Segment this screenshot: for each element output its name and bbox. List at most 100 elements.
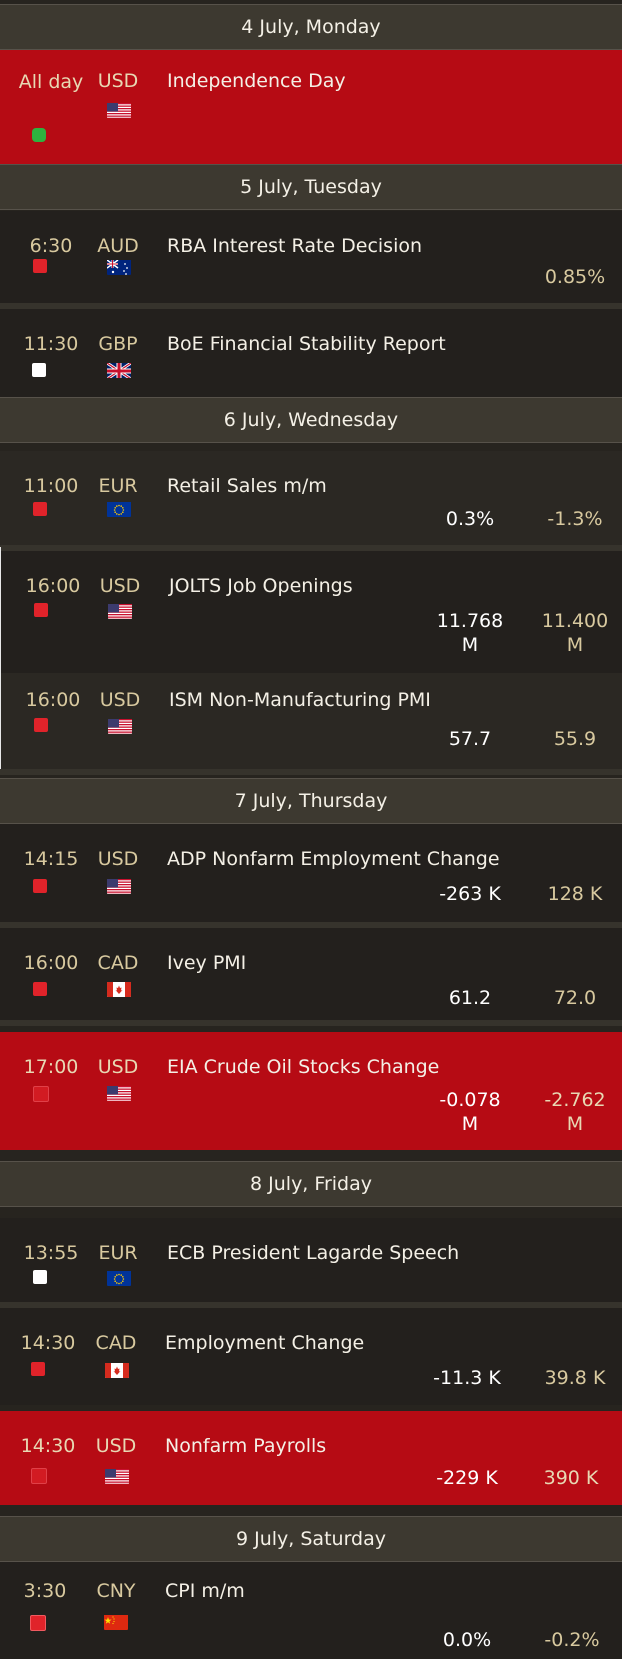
event-row[interactable]: 11:30 GBP BoE Financial Stability Report: [0, 309, 622, 397]
day-header: 6 July, Wednesday: [0, 397, 622, 443]
event-time: 16:00: [25, 575, 81, 597]
event-actual: 11.768 M: [425, 609, 515, 657]
event-actual: -229 K: [436, 1467, 498, 1489]
row-divider: [0, 769, 622, 775]
event-name: EIA Crude Oil Stocks Change: [167, 1056, 440, 1078]
event-time: 6:30: [29, 235, 73, 257]
event-name: ADP Nonfarm Employment Change: [167, 848, 500, 870]
us-flag-icon: [108, 603, 132, 619]
us-flag-icon: [108, 718, 132, 734]
event-previous: -1.3%: [547, 508, 603, 530]
event-row[interactable]: All day USD Independence Day: [0, 50, 622, 164]
event-previous-value: 11.400: [541, 610, 609, 632]
event-currency: USD: [99, 689, 141, 711]
day-header: 5 July, Tuesday: [0, 164, 622, 210]
event-actual: 0.3%: [445, 508, 495, 530]
event-previous: 0.85%: [544, 266, 606, 288]
event-time: 11:00: [23, 475, 79, 497]
event-previous: 11.400 M: [530, 609, 620, 657]
event-previous: 128 K: [547, 883, 603, 905]
day-header: 4 July, Monday: [0, 4, 622, 50]
impact-high-icon: [33, 1086, 49, 1102]
impact-high-icon: [34, 718, 48, 732]
impact-none-icon: [33, 1270, 47, 1284]
day-label: 8 July, Friday: [250, 1173, 372, 1195]
selection-edge: [0, 547, 1, 775]
event-row[interactable]: 3:30 CNY CPI m/m 0.0% -0.2%: [0, 1562, 622, 1659]
event-currency: CAD: [95, 1332, 137, 1354]
event-previous-unit: M: [566, 1113, 584, 1135]
event-row[interactable]: 16:00 CAD Ivey PMI 61.2 72.0: [0, 928, 622, 1020]
event-name: RBA Interest Rate Decision: [167, 235, 423, 257]
event-row[interactable]: 14:15 USD ADP Nonfarm Employment Change …: [0, 824, 622, 922]
ca-flag-icon: [105, 1362, 129, 1378]
event-name: Employment Change: [165, 1332, 365, 1354]
event-time: 11:30: [23, 333, 79, 355]
impact-none-icon: [32, 363, 46, 377]
event-previous: 39.8 K: [544, 1367, 606, 1389]
event-row[interactable]: 11:00 EUR Retail Sales m/m 0.3% -1.3%: [0, 451, 622, 545]
day-header: 7 July, Thursday: [0, 778, 622, 824]
impact-high-icon: [31, 1468, 47, 1484]
event-name: Independence Day: [167, 70, 346, 92]
impact-low-icon: [32, 128, 46, 142]
event-currency: USD: [97, 70, 139, 92]
event-row[interactable]: 6:30 AUD RBA Interest Rate Decision 0.85…: [0, 211, 622, 303]
event-currency: AUD: [97, 235, 139, 257]
event-currency: GBP: [98, 333, 138, 355]
event-time: 3:30: [23, 1580, 67, 1602]
event-row[interactable]: 16:00 USD ISM Non-Manufacturing PMI 57.7…: [0, 673, 622, 769]
event-name: BoE Financial Stability Report: [167, 333, 446, 355]
row-divider: [0, 1020, 622, 1026]
event-time: 14:30: [20, 1435, 76, 1457]
event-row[interactable]: 14:30 USD Nonfarm Payrolls -229 K 390 K: [0, 1411, 622, 1505]
event-currency: USD: [97, 848, 139, 870]
event-row[interactable]: 16:00 USD JOLTS Job Openings 11.768 M 11…: [0, 551, 622, 673]
us-flag-icon: [107, 1085, 131, 1101]
event-name: ECB President Lagarde Speech: [167, 1242, 460, 1264]
impact-high-icon: [33, 879, 47, 893]
day-label: 4 July, Monday: [241, 16, 381, 38]
eu-flag-icon: [107, 501, 131, 517]
event-currency: EUR: [98, 475, 138, 497]
event-actual-unit: M: [461, 1113, 479, 1135]
event-row[interactable]: 13:55 EUR ECB President Lagarde Speech: [0, 1218, 622, 1302]
event-currency: USD: [95, 1435, 137, 1457]
event-time: 17:00: [23, 1056, 79, 1078]
event-time: All day: [18, 71, 84, 93]
event-previous: -0.2%: [544, 1629, 600, 1651]
day-label: 6 July, Wednesday: [223, 409, 399, 431]
event-row[interactable]: 17:00 USD EIA Crude Oil Stocks Change -0…: [0, 1032, 622, 1150]
us-flag-icon: [105, 1468, 129, 1484]
event-actual: 57.7: [448, 728, 492, 750]
ca-flag-icon: [107, 981, 131, 997]
event-name: Ivey PMI: [167, 952, 247, 974]
event-actual: -263 K: [439, 883, 501, 905]
event-name: Nonfarm Payrolls: [165, 1435, 327, 1457]
impact-high-icon: [31, 1362, 45, 1376]
event-actual: -11.3 K: [433, 1367, 501, 1389]
event-previous: 390 K: [543, 1467, 599, 1489]
event-time: 16:00: [25, 689, 81, 711]
impact-high-icon: [34, 603, 48, 617]
event-currency: CAD: [97, 952, 139, 974]
eu-flag-icon: [107, 1270, 131, 1286]
event-row[interactable]: 14:30 CAD Employment Change -11.3 K 39.8…: [0, 1308, 622, 1405]
gb-flag-icon: [107, 362, 131, 378]
event-time: 13:55: [23, 1242, 79, 1264]
day-label: 7 July, Thursday: [234, 790, 388, 812]
day-label: 5 July, Tuesday: [240, 176, 382, 198]
event-previous: 55.9: [553, 728, 597, 750]
event-actual-value: -0.078: [439, 1089, 501, 1111]
event-currency: EUR: [98, 1242, 138, 1264]
economic-calendar: 4 July, Monday All day USD Independence …: [0, 0, 622, 1659]
event-time: 14:15: [23, 848, 79, 870]
event-previous-unit: M: [566, 634, 584, 656]
day-header: 8 July, Friday: [0, 1161, 622, 1207]
event-name: Retail Sales m/m: [167, 475, 327, 497]
cn-flag-icon: [104, 1614, 128, 1630]
event-actual: 61.2: [448, 987, 492, 1009]
event-actual: 0.0%: [442, 1629, 492, 1651]
event-name: CPI m/m: [165, 1580, 245, 1602]
impact-high-icon: [33, 259, 47, 273]
